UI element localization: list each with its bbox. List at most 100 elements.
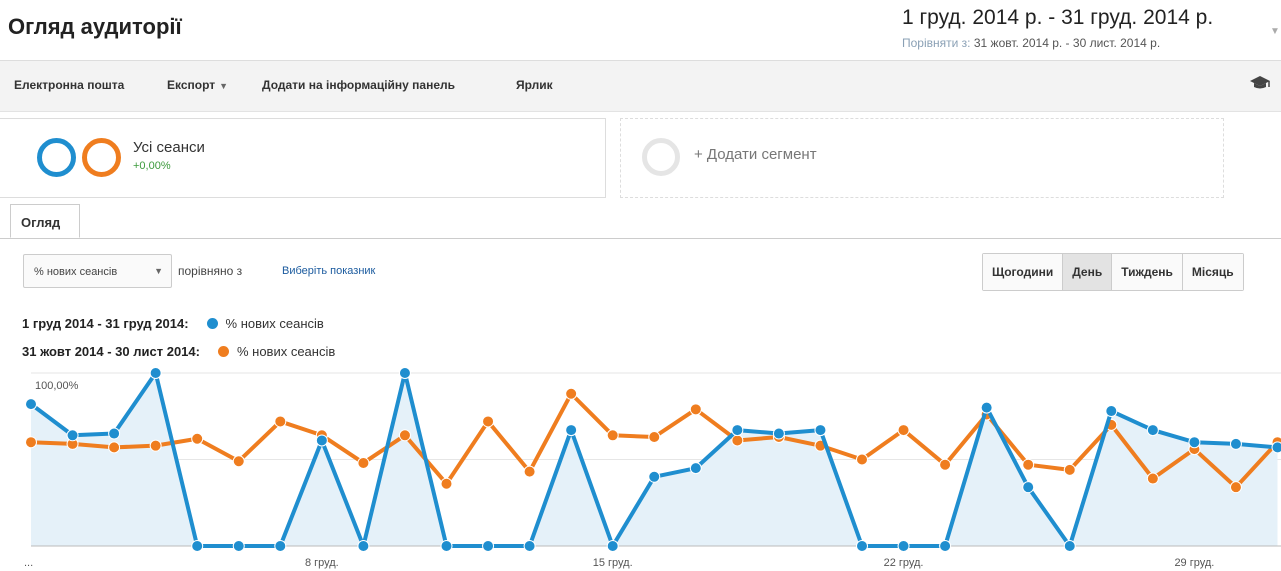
data-point: [606, 429, 619, 442]
data-point: [731, 424, 744, 437]
data-point: [1022, 481, 1035, 494]
data-point: [1229, 437, 1242, 450]
data-point: [939, 458, 952, 471]
period-day-button[interactable]: День: [1063, 254, 1113, 290]
compared-with-label: порівняно з: [178, 264, 243, 278]
compare-label: Порівняти з:: [902, 36, 971, 50]
chevron-down-icon[interactable]: ▼: [1270, 26, 1280, 37]
data-point: [856, 540, 868, 552]
data-point: [398, 429, 411, 442]
legend-range: 31 жовт 2014 - 30 лист 2014:: [22, 344, 200, 359]
data-point: [274, 415, 287, 428]
data-point: [108, 441, 121, 454]
choose-metric-link[interactable]: Виберіть показник: [282, 265, 375, 277]
legend-metric: % нових сеансів: [236, 344, 336, 359]
x-tick-label: 15 груд.: [593, 557, 633, 569]
metric-select[interactable]: % нових сеансів ▼: [23, 254, 172, 288]
tabs-divider: [0, 238, 1281, 239]
x-tick-label: 22 груд.: [884, 557, 924, 569]
data-point: [1146, 424, 1159, 437]
chevron-down-icon: ▼: [154, 266, 163, 276]
data-point: [357, 540, 370, 552]
segment-ring-current-icon: [37, 138, 76, 177]
data-point: [25, 398, 37, 411]
export-label: Експорт: [167, 78, 216, 92]
data-point: [1271, 441, 1281, 454]
data-point: [191, 540, 204, 552]
line-chart: 100,00%50,00%...8 груд.15 груд.22 груд.2…: [24, 367, 1281, 569]
add-to-dashboard-button[interactable]: Додати на інформаційну панель: [262, 78, 455, 92]
data-point: [897, 540, 910, 552]
data-point: [1063, 540, 1076, 552]
data-point: [66, 429, 79, 442]
data-point: [1105, 405, 1118, 418]
report-toolbar: Електронна пошта Експорт ▼ Додати на інфо…: [0, 60, 1281, 112]
legend-range: 1 груд 2014 - 31 груд 2014:: [22, 316, 189, 331]
data-point: [108, 427, 121, 440]
data-point: [25, 436, 37, 449]
segment-name: Усі сеанси: [133, 139, 205, 156]
compare-range[interactable]: Порівняти з: 31 жовт. 2014 р. - 30 лист.…: [902, 36, 1160, 50]
compare-range-value: 31 жовт. 2014 р. - 30 лист. 2014 р.: [973, 36, 1161, 50]
metric-select-value: % нових сеансів: [34, 266, 118, 278]
data-point: [1229, 481, 1242, 494]
add-segment-button[interactable]: + Додати сегмент: [694, 146, 817, 163]
data-point: [814, 424, 827, 437]
tab-overview[interactable]: Огляд: [10, 204, 80, 238]
data-point: [232, 540, 245, 552]
x-tick-label: ...: [24, 557, 33, 569]
email-button[interactable]: Електронна пошта: [14, 78, 124, 92]
data-point: [939, 540, 952, 552]
y-tick-label: 100,00%: [35, 380, 79, 392]
data-point: [980, 401, 993, 414]
period-hourly-button[interactable]: Щогодини: [983, 254, 1064, 290]
legend-compare: 31 жовт 2014 - 30 лист 2014: % нових сеан…: [22, 344, 335, 359]
data-point: [606, 540, 619, 552]
data-point: [357, 456, 370, 469]
data-point: [274, 540, 287, 552]
data-point: [482, 415, 495, 428]
export-button[interactable]: Експорт ▼: [167, 78, 228, 92]
legend-dot-orange: [217, 346, 229, 357]
data-point: [232, 455, 245, 468]
chevron-down-icon: ▼: [219, 81, 229, 91]
graduation-cap-icon[interactable]: [1249, 75, 1271, 96]
data-point: [856, 453, 868, 466]
x-tick-label: 8 груд.: [305, 557, 339, 569]
page-title: Огляд аудиторії: [8, 14, 182, 39]
data-point: [731, 434, 744, 447]
legend-current: 1 груд 2014 - 31 груд 2014: % нових сеанс…: [22, 316, 324, 331]
data-point: [1022, 458, 1035, 471]
data-point: [398, 367, 411, 379]
empty-segment-ring-icon: [642, 138, 680, 176]
legend-dot-blue: [206, 318, 218, 329]
data-point: [149, 367, 162, 379]
data-point: [689, 462, 702, 475]
data-point: [648, 431, 661, 444]
data-point: [1063, 463, 1076, 476]
period-toggle-group: Щогодини День Тиждень Місяць: [982, 253, 1244, 291]
data-point: [149, 439, 162, 452]
period-week-button[interactable]: Тиждень: [1112, 254, 1183, 290]
data-point: [565, 387, 578, 400]
data-point: [648, 470, 661, 483]
data-point: [1188, 436, 1201, 449]
data-point: [689, 403, 702, 416]
data-point: [565, 424, 578, 437]
period-month-button[interactable]: Місяць: [1182, 254, 1243, 290]
data-point: [315, 434, 328, 447]
date-range-picker[interactable]: 1 груд. 2014 р. - 31 груд. 2014 р.: [902, 6, 1213, 30]
segment-percentage: +0,00%: [133, 160, 171, 172]
data-point: [897, 424, 910, 437]
data-point: [440, 540, 453, 552]
data-point: [523, 540, 536, 552]
data-point: [523, 465, 536, 478]
data-point: [772, 427, 785, 440]
legend-metric: % нових сеансів: [225, 316, 324, 331]
data-point: [482, 540, 495, 552]
x-tick-label: 29 груд.: [1174, 557, 1214, 569]
data-point: [1146, 472, 1159, 485]
data-point: [191, 432, 204, 445]
shortcut-button[interactable]: Ярлик: [516, 78, 553, 92]
segment-ring-compare-icon: [82, 138, 121, 177]
